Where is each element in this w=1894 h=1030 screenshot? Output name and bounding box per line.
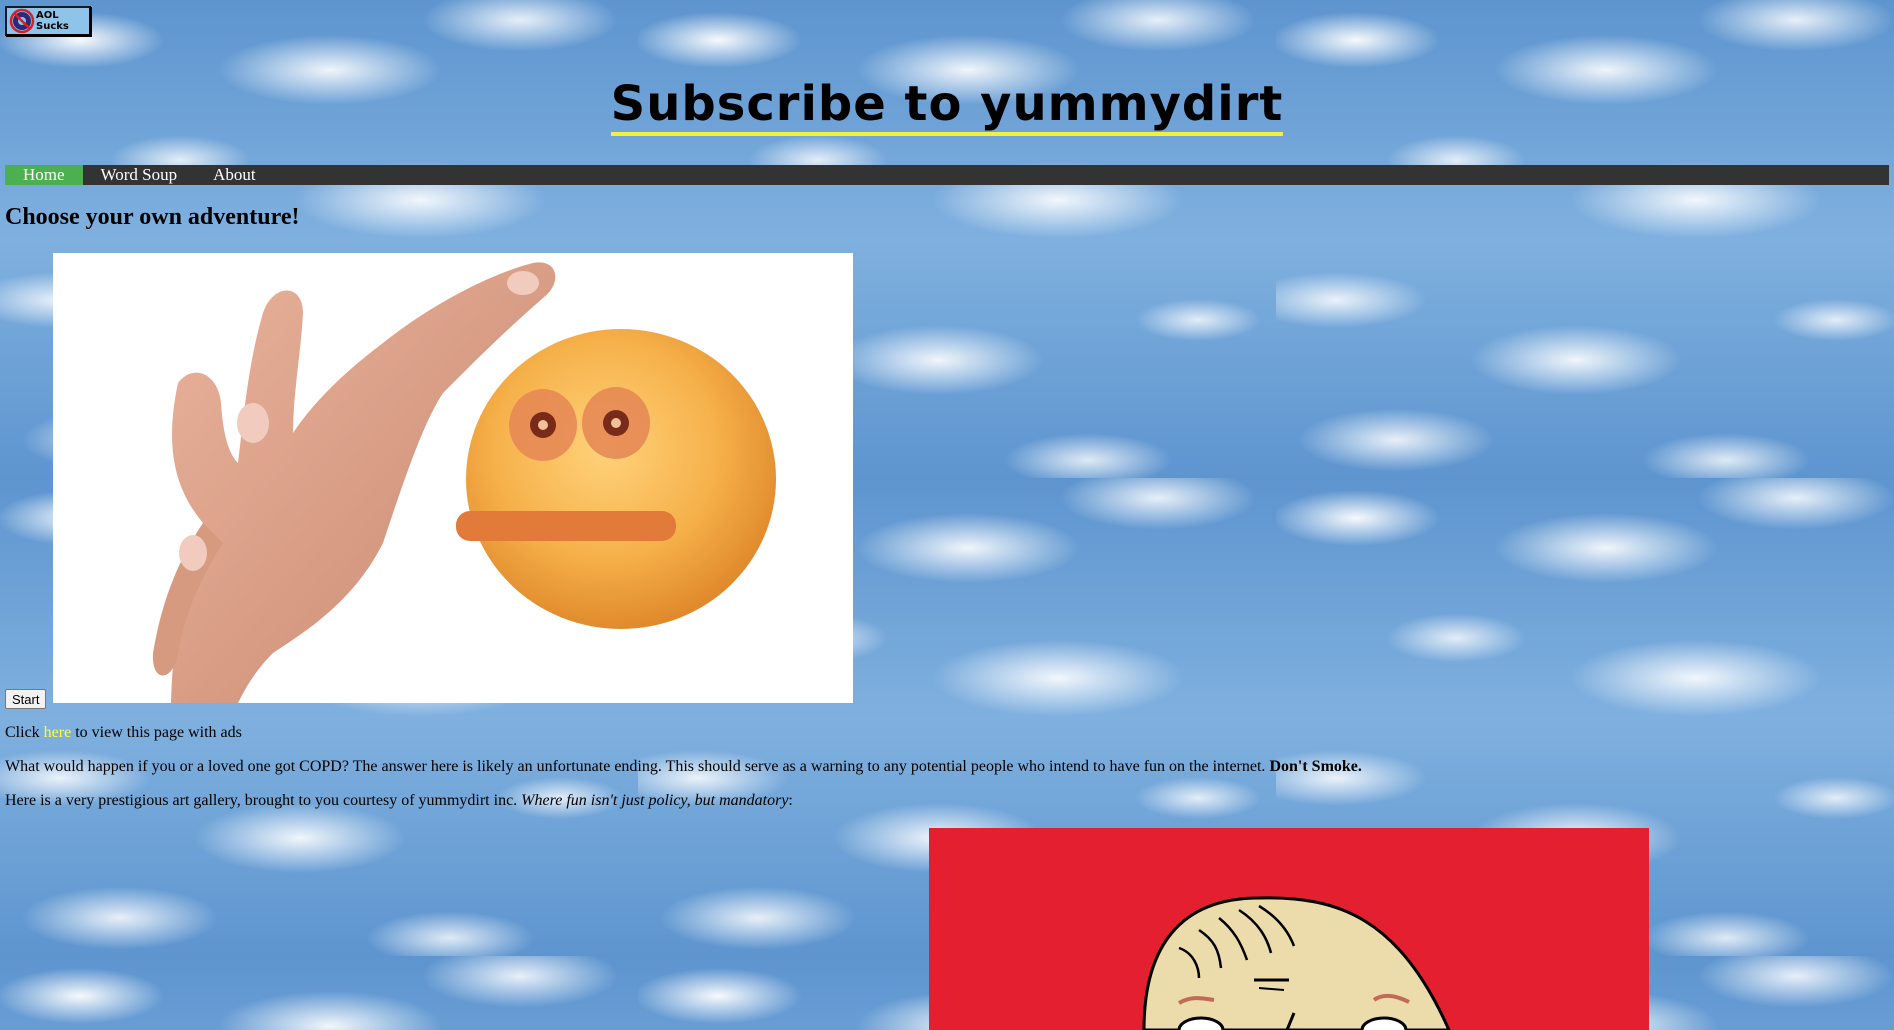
gallery-line: Here is a very prestigious art gallery, …	[5, 792, 793, 810]
page-heading: Choose your own adventure!	[5, 204, 300, 230]
cartoon-head	[1142, 896, 1451, 1030]
cartoon-head-drawing-image	[929, 828, 1649, 1030]
copd-line: What would happen if you or a loved one …	[5, 758, 1362, 776]
ads-line-before: Click	[5, 724, 44, 741]
nav-bar: Home Word Soup About	[5, 165, 1889, 185]
gallery-text: Here is a very prestigious art gallery, …	[5, 792, 522, 809]
gallery-colon: :	[788, 792, 793, 809]
cursed-emoji-hand-image	[53, 253, 853, 703]
nav-about[interactable]: About	[195, 165, 274, 185]
aol-sucks-badge[interactable]: AOL Sucks	[5, 6, 91, 36]
gallery-motto: Where fun isn't just policy, but mandato…	[521, 792, 789, 809]
ads-here-link[interactable]: here	[44, 724, 72, 741]
emoji-face	[466, 329, 776, 629]
site-title-text: Subscribe to yummydirt	[610, 76, 1284, 136]
site-title: Subscribe to yummydirt	[0, 76, 1894, 136]
ads-line: Click here to view this page with ads	[5, 724, 242, 742]
badge-label: AOL Sucks	[36, 10, 69, 32]
dont-smoke-text: Don't Smoke.	[1269, 758, 1362, 775]
nav-home[interactable]: Home	[5, 165, 83, 185]
ads-line-after: to view this page with ads	[71, 724, 242, 741]
nav-word-soup[interactable]: Word Soup	[83, 165, 196, 185]
start-button[interactable]: Start	[5, 689, 47, 709]
no-aol-icon	[9, 8, 35, 34]
copd-text: What would happen if you or a loved one …	[5, 758, 1270, 775]
